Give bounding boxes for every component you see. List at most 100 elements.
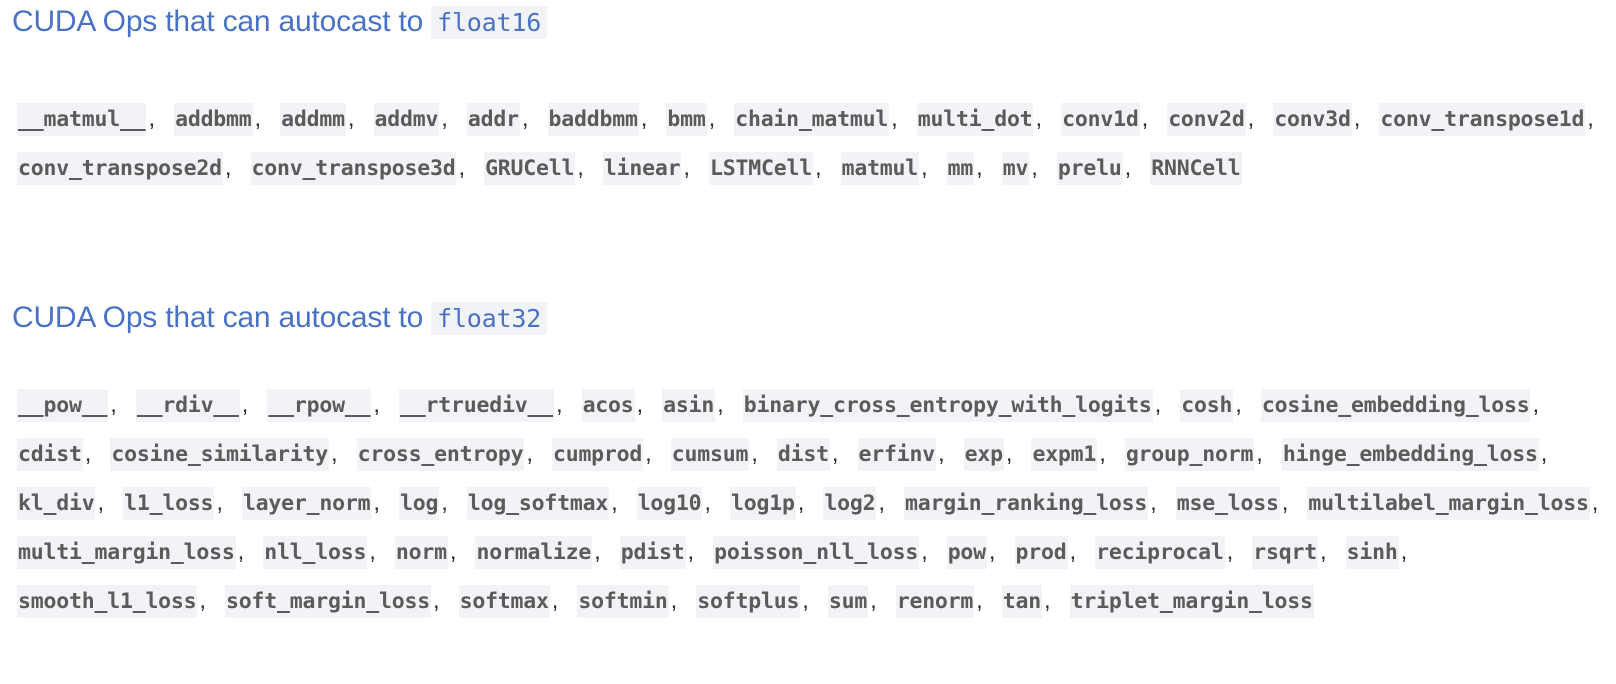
- op-code: sum: [827, 585, 869, 618]
- op-code: pdist: [619, 536, 686, 569]
- op-separator: ,: [814, 154, 822, 181]
- op-separator: ,: [1353, 105, 1361, 132]
- op-code: cosine_embedding_loss: [1260, 389, 1531, 422]
- op-code: l1_loss: [123, 487, 215, 520]
- op-separator: ,: [241, 391, 249, 418]
- op-code: multi_margin_loss: [17, 536, 236, 569]
- op-separator: ,: [831, 440, 839, 467]
- op-code: cdist: [17, 438, 83, 471]
- op-code: binary_cross_entropy_with_logits: [742, 389, 1153, 422]
- op-separator: ,: [373, 489, 381, 516]
- op-code: conv_transpose2d: [17, 152, 223, 185]
- op-separator: ,: [254, 105, 262, 132]
- op-separator: ,: [1247, 105, 1255, 132]
- op-code: __rdiv__: [135, 389, 240, 422]
- op-code: softmin: [577, 585, 669, 618]
- op-separator: ,: [645, 440, 652, 467]
- op-code: exp: [963, 438, 1004, 471]
- op-separator: ,: [1069, 538, 1077, 565]
- op-code: log10: [636, 487, 703, 520]
- op-separator: ,: [937, 440, 945, 467]
- op-separator: ,: [687, 538, 695, 565]
- section-heading-float16: CUDA Ops that can autocast to float16: [12, 0, 548, 45]
- op-separator: ,: [1005, 440, 1013, 467]
- op-separator: ,: [224, 154, 232, 181]
- op-code: pow: [946, 536, 987, 569]
- op-separator: ,: [237, 538, 245, 565]
- op-code: log_softmax: [466, 487, 610, 520]
- op-code: addr: [466, 103, 520, 136]
- op-separator: ,: [1150, 489, 1157, 516]
- op-code: GRUCell: [484, 152, 576, 185]
- heading-code: float16: [431, 6, 548, 39]
- op-code: conv3d: [1273, 103, 1352, 136]
- op-separator: ,: [1400, 538, 1408, 565]
- op-code: rsqrt: [1252, 536, 1318, 569]
- op-separator: ,: [976, 587, 983, 614]
- op-code: renorm: [895, 585, 975, 618]
- op-code: prod: [1014, 536, 1068, 569]
- op-separator: ,: [369, 538, 376, 565]
- op-code: conv_transpose3d: [250, 152, 457, 185]
- op-code: cumprod: [551, 438, 644, 471]
- op-separator: ,: [704, 489, 712, 516]
- op-separator: ,: [1226, 538, 1234, 565]
- op-code: acos: [581, 389, 635, 422]
- op-code: sinh: [1345, 536, 1399, 569]
- op-separator: ,: [441, 489, 448, 516]
- op-code: layer_norm: [241, 487, 372, 520]
- op-separator: ,: [611, 489, 618, 516]
- ops-list-float16: __matmul__, addbmm, addmm, addmv, addr, …: [17, 95, 1612, 193]
- op-separator: ,: [555, 391, 563, 418]
- op-separator: ,: [1256, 440, 1263, 467]
- heading-code: float32: [431, 302, 548, 335]
- op-separator: ,: [526, 440, 533, 467]
- op-separator: ,: [1532, 391, 1540, 418]
- op-separator: ,: [1044, 587, 1051, 614]
- op-separator: ,: [797, 489, 805, 516]
- op-code: linear: [602, 152, 682, 185]
- op-code: asin: [662, 389, 716, 422]
- op-separator: ,: [97, 489, 105, 516]
- op-code: nll_loss: [263, 536, 368, 569]
- op-separator: ,: [1281, 489, 1289, 516]
- op-code: softplus: [696, 585, 801, 618]
- op-separator: ,: [1154, 391, 1162, 418]
- op-separator: ,: [347, 105, 355, 132]
- op-separator: ,: [432, 587, 440, 614]
- op-separator: ,: [683, 154, 691, 181]
- op-separator: ,: [802, 587, 809, 614]
- section-heading-float32: CUDA Ops that can autocast to float32: [12, 296, 548, 341]
- op-code: baddbmm: [547, 103, 639, 136]
- op-separator: ,: [878, 489, 886, 516]
- op-code: multilabel_margin_loss: [1307, 487, 1590, 520]
- op-separator: ,: [521, 105, 529, 132]
- op-code: conv1d: [1061, 103, 1140, 136]
- op-code: addbmm: [174, 103, 253, 136]
- op-code: kl_div: [17, 487, 96, 520]
- op-code: prelu: [1056, 152, 1123, 185]
- op-code: mv: [1001, 152, 1030, 185]
- op-code: LSTMCell: [709, 152, 813, 185]
- op-code: conv2d: [1167, 103, 1246, 136]
- op-separator: ,: [1235, 391, 1242, 418]
- op-code: expm1: [1031, 438, 1098, 471]
- op-separator: ,: [636, 391, 644, 418]
- op-separator: ,: [441, 105, 448, 132]
- op-separator: ,: [670, 587, 678, 614]
- op-code: tan: [1001, 585, 1043, 618]
- op-code: log2: [823, 487, 877, 520]
- op-separator: ,: [1591, 489, 1599, 516]
- op-code: chain_matmul: [734, 103, 890, 136]
- op-separator: ,: [988, 538, 996, 565]
- op-separator: ,: [976, 154, 983, 181]
- op-code: softmax: [458, 585, 550, 618]
- op-code: smooth_l1_loss: [17, 585, 198, 618]
- op-code: conv_transpose1d: [1379, 103, 1586, 136]
- op-code: addmv: [373, 103, 440, 136]
- op-separator: ,: [1540, 440, 1548, 467]
- op-code: hinge_embedding_loss: [1281, 438, 1539, 471]
- op-separator: ,: [331, 440, 338, 467]
- op-separator: ,: [148, 105, 156, 132]
- op-code: __pow__: [17, 389, 109, 422]
